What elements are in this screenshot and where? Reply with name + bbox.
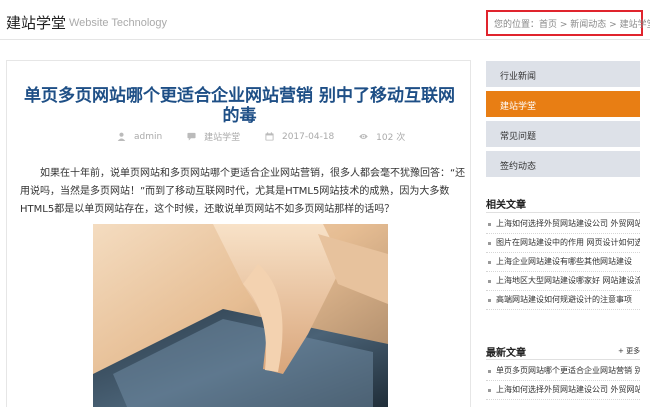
related-articles-list: 上海如何选择外贸网站建设公司 外贸网站 图片在网站建设中的作用 网页设计如何选 …: [486, 215, 640, 310]
meta-views: 102 次: [359, 130, 405, 143]
latest-divider: [486, 359, 640, 360]
breadcrumb: 您的位置：首页 > 新闻动态 > 建站学堂: [486, 10, 650, 36]
article-meta: admin 建站学堂 2017-04-18 102 次: [117, 130, 427, 144]
page-title: 建站学堂: [6, 14, 67, 32]
list-item[interactable]: 上海如何选择外贸网站建设公司 外贸网站: [486, 215, 640, 234]
sidebar-item-website-school[interactable]: 建站学堂: [486, 91, 640, 117]
user-icon: [117, 132, 126, 141]
sidebar-nav: 行业新闻 建站学堂 常见问题 签约动态: [486, 61, 640, 181]
meta-author-text: admin: [134, 131, 163, 142]
article-title: 单页多页网站哪个更适合企业网站营销 别中了移动互联网的毒: [24, 86, 455, 126]
page-subtitle: Website Technology: [69, 17, 168, 29]
breadcrumb-prefix: 您的位置：: [494, 20, 540, 30]
list-item[interactable]: 上海地区大型网站建设哪家好 网站建设流: [486, 272, 640, 291]
comment-icon: [187, 132, 196, 141]
latest-articles-title: 最新文章: [486, 348, 526, 359]
list-item[interactable]: 图片在网站建设中的作用 网页设计如何选: [486, 234, 640, 253]
breadcrumb-separator: >: [606, 20, 620, 30]
breadcrumb-link-current[interactable]: 建站学堂: [620, 20, 650, 30]
page-header: 建站学堂 Website Technology 您的位置：首页 > 新闻动态 >…: [0, 0, 650, 40]
meta-date-text: 2017-04-18: [281, 131, 335, 142]
breadcrumb-separator: >: [557, 20, 571, 30]
meta-author: admin: [117, 132, 162, 142]
meta-date: 2017-04-18: [265, 132, 334, 142]
related-divider: [486, 212, 640, 213]
eye-icon: [359, 134, 368, 139]
sidebar-item-contracts[interactable]: 签约动态: [486, 151, 640, 177]
breadcrumb-link-home[interactable]: 首页: [539, 20, 557, 30]
sidebar-item-faq[interactable]: 常见问题: [486, 121, 640, 147]
article-image-hand-tablet: [93, 224, 388, 407]
calendar-icon: [265, 132, 274, 141]
meta-views-text: 102 次: [376, 133, 406, 143]
latest-articles-list: 单页多页网站哪个更适合企业网站营销 别 上海如何选择外贸网站建设公司 外贸网站: [486, 362, 640, 400]
meta-category-text[interactable]: 建站学堂: [204, 130, 240, 143]
more-link[interactable]: + 更多: [618, 346, 640, 356]
related-articles-title: 相关文章: [486, 200, 526, 211]
list-item[interactable]: 上海如何选择外贸网站建设公司 外贸网站: [486, 381, 640, 400]
sidebar-item-industry-news[interactable]: 行业新闻: [486, 61, 640, 87]
list-item[interactable]: 单页多页网站哪个更适合企业网站营销 别: [486, 362, 640, 381]
list-item[interactable]: 上海企业网站建设有哪些其他网站建设: [486, 253, 640, 272]
breadcrumb-link-news[interactable]: 新闻动态: [570, 20, 606, 30]
list-item[interactable]: 高端网站建设如何规避设计的注意事项: [486, 291, 640, 310]
article-panel: 单页多页网站哪个更适合企业网站营销 别中了移动互联网的毒 admin 建站学堂 …: [6, 60, 471, 407]
meta-category: 建站学堂: [187, 130, 240, 143]
article-body: 如果在十年前，说单页网站和多页网站哪个更适合企业网站营销，很多人都会毫不犹豫回答…: [20, 168, 466, 215]
